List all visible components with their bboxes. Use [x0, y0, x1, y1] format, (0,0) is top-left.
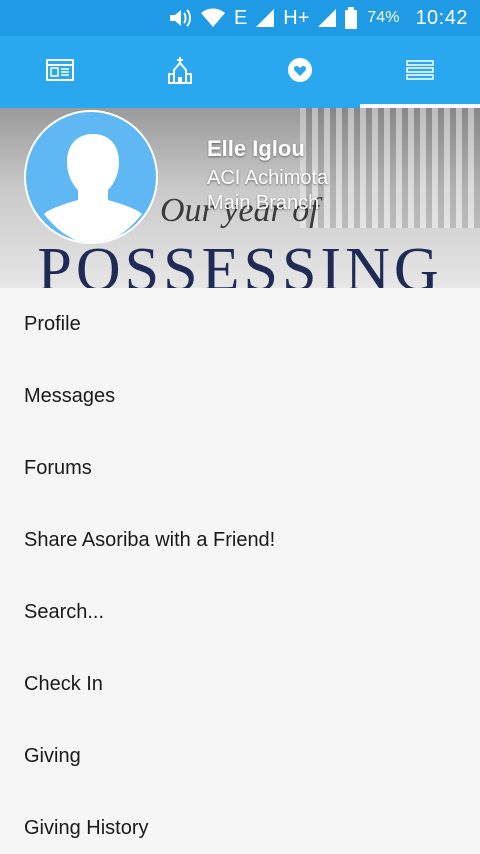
navigation-menu: Profile Messages Forums Share Asoriba wi…	[0, 288, 480, 854]
signal-icon	[255, 8, 275, 28]
menu-item-search[interactable]: Search...	[0, 576, 480, 648]
user-name: Elle Iglou	[207, 136, 305, 161]
news-icon	[46, 58, 74, 86]
menu-item-giving[interactable]: Giving	[0, 720, 480, 792]
heart-icon	[287, 57, 313, 88]
menu-item-share[interactable]: Share Asoriba with a Friend!	[0, 504, 480, 576]
tab-bar	[0, 36, 480, 108]
user-info: Elle Iglou ACI Achimota Main Branch	[207, 136, 328, 216]
banner-text: POSSESSING	[37, 236, 443, 288]
network-type-label-2: H+	[283, 6, 310, 29]
profile-header: Our year of POSSESSING Elle Iglou ACI Ac…	[0, 108, 480, 288]
status-bar: E H+ 74% 10:42	[0, 0, 480, 36]
tab-news[interactable]	[0, 36, 120, 108]
clock: 10:42	[415, 6, 468, 29]
menu-item-forums[interactable]: Forums	[0, 432, 480, 504]
menu-icon	[406, 59, 434, 85]
menu-item-profile[interactable]: Profile	[0, 288, 480, 360]
battery-percent: 74%	[367, 9, 400, 26]
church-icon	[167, 56, 193, 89]
tab-menu[interactable]	[360, 36, 480, 108]
menu-item-giving-history[interactable]: Giving History	[0, 792, 480, 854]
avatar[interactable]	[24, 110, 158, 244]
battery-icon	[345, 7, 358, 29]
tab-favorites[interactable]	[240, 36, 360, 108]
signal-icon-2	[317, 8, 337, 28]
menu-item-messages[interactable]: Messages	[0, 360, 480, 432]
person-silhouette-icon	[44, 134, 142, 242]
network-type-label: E	[233, 6, 248, 29]
volume-icon	[168, 7, 192, 29]
user-branch: Main Branch	[207, 192, 320, 214]
wifi-icon	[200, 8, 226, 28]
menu-item-check-in[interactable]: Check In	[0, 648, 480, 720]
tab-church[interactable]	[120, 36, 240, 108]
user-church: ACI Achimota	[207, 167, 329, 189]
